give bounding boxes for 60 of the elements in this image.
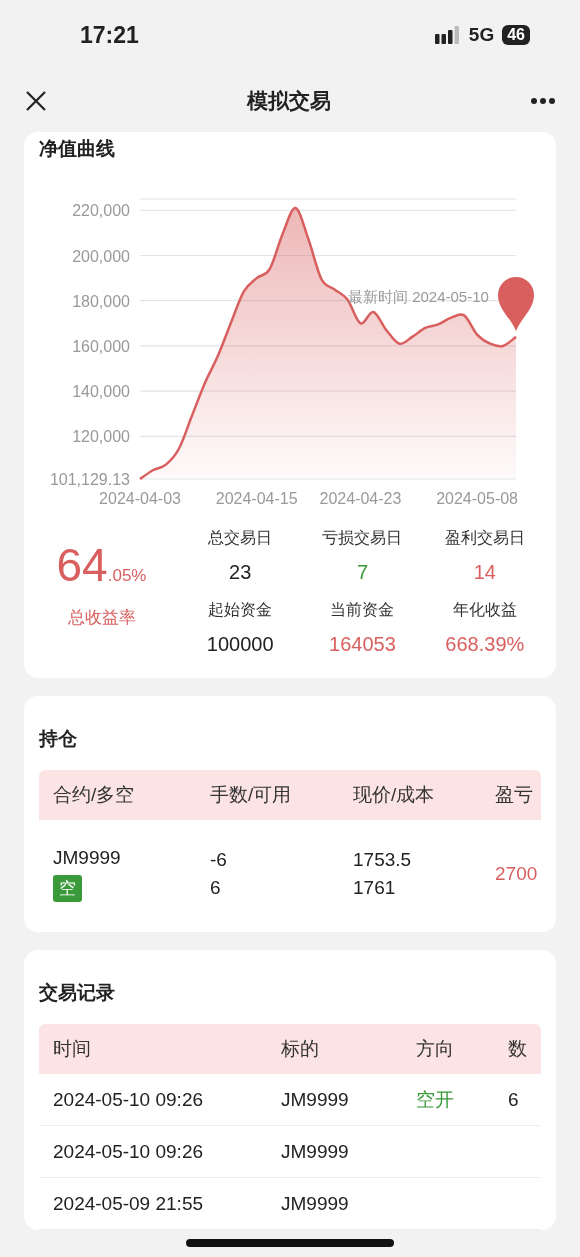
table-cell-text: 2024-05-09 21:55 [53,1192,204,1215]
stat-value: 14 [473,561,496,584]
table-cell-text: JM9999 [281,1088,350,1111]
table-cell: JM9999 [53,846,121,869]
table-cell-text: JM9999 [281,1140,350,1163]
map-pin-icon [498,276,534,331]
y-tick-label: 120,000 [72,428,130,446]
table-cell-text: 6 [508,1088,520,1111]
stat-label: 总交易日 [208,528,273,548]
latest-time-label: 最新时间 2024-05-10 [348,288,489,305]
total-return-label: 总收益率 [67,607,136,629]
stat-value: 7 [356,561,369,584]
stat-label: 亏损交易日 [322,528,403,548]
battery-level: 46 [502,25,530,45]
section-title: 交易记录 [38,981,116,1005]
column-header: 标的 [281,1037,320,1061]
y-tick-label: 200,000 [72,247,130,265]
status-time: 17:21 [80,21,139,49]
y-tick-label: 140,000 [72,383,130,401]
table-cell-text: 2700 [495,863,539,885]
x-tick-label: 2024-04-15 [215,490,298,507]
close-icon[interactable] [24,89,48,113]
column-header: 数 [508,1037,528,1061]
table-cell-text: 空开 [416,1087,455,1112]
column-header: 现价/成本 [353,783,436,807]
stat-value: 668.39% [445,633,525,656]
table-cell: 1753.5 [353,849,412,871]
table-cell-text: 2024-05-10 09:26 [53,1088,204,1111]
page-title: 模拟交易 [247,88,331,114]
column-header: 合约/多空 [53,783,136,807]
network-label: 5G [468,24,495,46]
stat-label: 盈利交易日 [444,528,525,548]
table-cell: -6 [210,849,227,871]
table-cell-text: JM9999 [281,1192,350,1215]
table-cell: 6 [210,877,221,899]
column-header: 盈亏 [495,783,534,807]
stat-label: 起始资金 [208,600,273,620]
column-header: 时间 [53,1037,92,1061]
y-tick-label: 101,129.13 [49,471,130,488]
column-header: 手数/可用 [210,783,293,807]
y-tick-label: 220,000 [72,202,130,220]
table-cell-text: 2024-05-10 09:26 [53,1140,204,1163]
x-tick-label: 2024-04-03 [99,490,181,507]
y-tick-label: 160,000 [72,337,130,355]
stat-value: 100000 [206,633,274,656]
stat-value: 23 [229,561,252,584]
column-header: 方向 [416,1037,455,1061]
x-tick-label: 2024-04-23 [319,490,402,507]
more-icon[interactable] [530,97,556,105]
y-tick-label: 180,000 [72,292,130,310]
total-return-value: 64.05% [56,538,147,592]
section-title: 持仓 [37,727,78,751]
stat-label: 年化收益 [452,600,517,620]
signal-icon [434,26,461,44]
section-title: 净值曲线 [38,137,116,161]
table-cell: 1761 [353,877,396,899]
x-tick-label: 2024-05-08 [436,490,519,507]
stat-label: 当前资金 [330,600,395,620]
stat-value: 164053 [329,633,396,656]
side-badge: 空 [53,874,82,902]
